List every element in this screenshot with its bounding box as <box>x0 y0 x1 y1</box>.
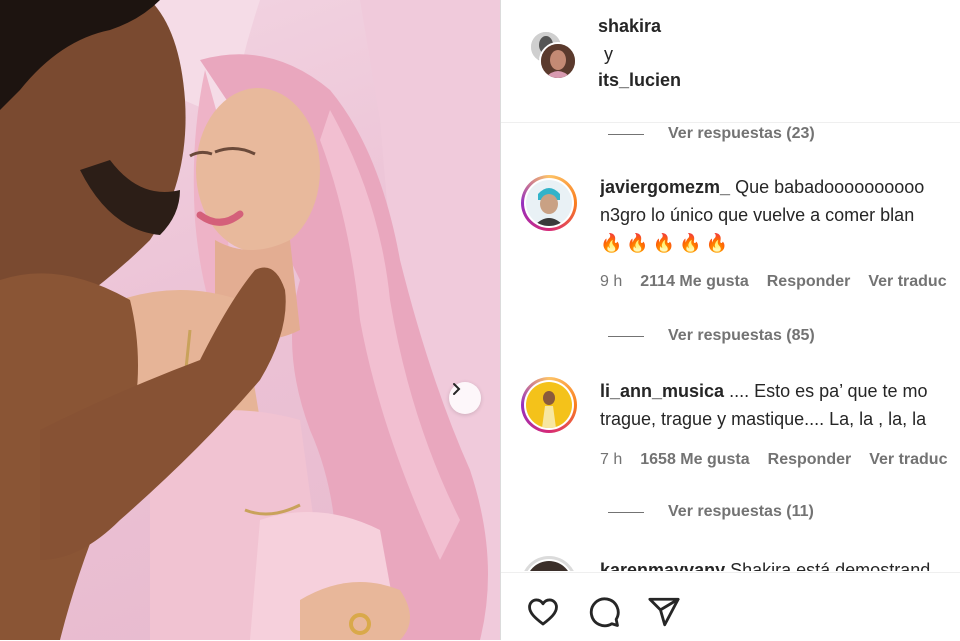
view-replies-button[interactable]: Ver respuestas (11) <box>608 501 814 523</box>
view-replies-button[interactable]: Ver respuestas (85) <box>608 325 815 347</box>
view-replies-label: Ver respuestas (11) <box>668 503 814 520</box>
comment-body: javiergomezm_ Que babadoooooooooo n3gro … <box>600 173 960 257</box>
comment-button[interactable] <box>587 595 621 629</box>
action-bar <box>501 572 960 641</box>
avatar-its-lucien <box>539 42 577 80</box>
comment-text-line2: trague, trague y mastique.... La, la , l… <box>600 409 927 429</box>
heart-icon <box>528 598 558 626</box>
reply-button[interactable]: Responder <box>768 451 852 469</box>
post-image <box>0 0 500 640</box>
comment-body: karenmayvany Shakira está demostrand <box>600 556 960 571</box>
user-avatar-image <box>526 180 572 226</box>
replies-line <box>608 335 644 337</box>
user-avatar-image <box>526 561 572 571</box>
comment-text: Shakira está demostrand <box>730 560 931 571</box>
comment-body: li_ann_musica .... Esto es pa’ que te mo… <box>600 377 960 433</box>
comment-text: .... Esto es pa’ que te mo <box>729 381 928 401</box>
post-header: shakira y its_lucien <box>501 0 960 123</box>
comments-list[interactable]: Ver respuestas (23) javiergomezm_ Que ba… <box>501 123 960 571</box>
view-replies-button[interactable]: Ver respuestas (23) <box>608 123 815 145</box>
reply-button[interactable]: Responder <box>767 273 851 291</box>
chevron-right-icon <box>453 383 461 395</box>
share-button[interactable] <box>647 595 681 629</box>
next-image-button[interactable] <box>449 382 481 414</box>
comment-avatar[interactable] <box>521 556 577 571</box>
view-replies-label: Ver respuestas (23) <box>668 125 815 142</box>
comment-text-line2: n3gro lo único que vuelve a comer blan <box>600 205 915 225</box>
comment-emoji-line: 🔥🔥🔥🔥🔥 <box>600 233 733 253</box>
comment-username[interactable]: karenmayvany <box>600 560 725 571</box>
like-button[interactable] <box>526 595 560 629</box>
conjunction-text: y <box>604 44 613 64</box>
author-username[interactable]: shakira <box>598 16 661 37</box>
comment-meta: 9 h 2114 Me gusta Responder Ver traduc <box>600 273 947 291</box>
user-avatar-image <box>526 382 572 428</box>
view-replies-label: Ver respuestas (85) <box>668 327 815 344</box>
send-icon <box>648 597 680 627</box>
comment-likes[interactable]: 1658 Me gusta <box>640 451 749 469</box>
comment-time: 7 h <box>600 451 623 468</box>
replies-line <box>608 133 644 135</box>
comment-time: 9 h <box>600 273 623 290</box>
comment-text: Que babadoooooooooo <box>735 177 925 197</box>
comment-username[interactable]: li_ann_musica <box>600 381 724 401</box>
post-photo[interactable] <box>0 0 500 640</box>
comment-meta: 7 h 1658 Me gusta Responder Ver traduc <box>600 451 947 469</box>
comment-avatar[interactable] <box>521 175 577 231</box>
comment-username[interactable]: javiergomezm_ <box>600 177 730 197</box>
comment-likes[interactable]: 2114 Me gusta <box>640 273 749 291</box>
collaborator-username[interactable]: its_lucien <box>598 70 681 91</box>
comment-icon <box>589 597 620 628</box>
collab-avatars[interactable] <box>527 30 579 82</box>
comment-avatar[interactable] <box>521 377 577 433</box>
replies-line <box>608 511 644 513</box>
translate-button[interactable]: Ver traduc <box>868 273 946 291</box>
translate-button[interactable]: Ver traduc <box>869 451 947 469</box>
